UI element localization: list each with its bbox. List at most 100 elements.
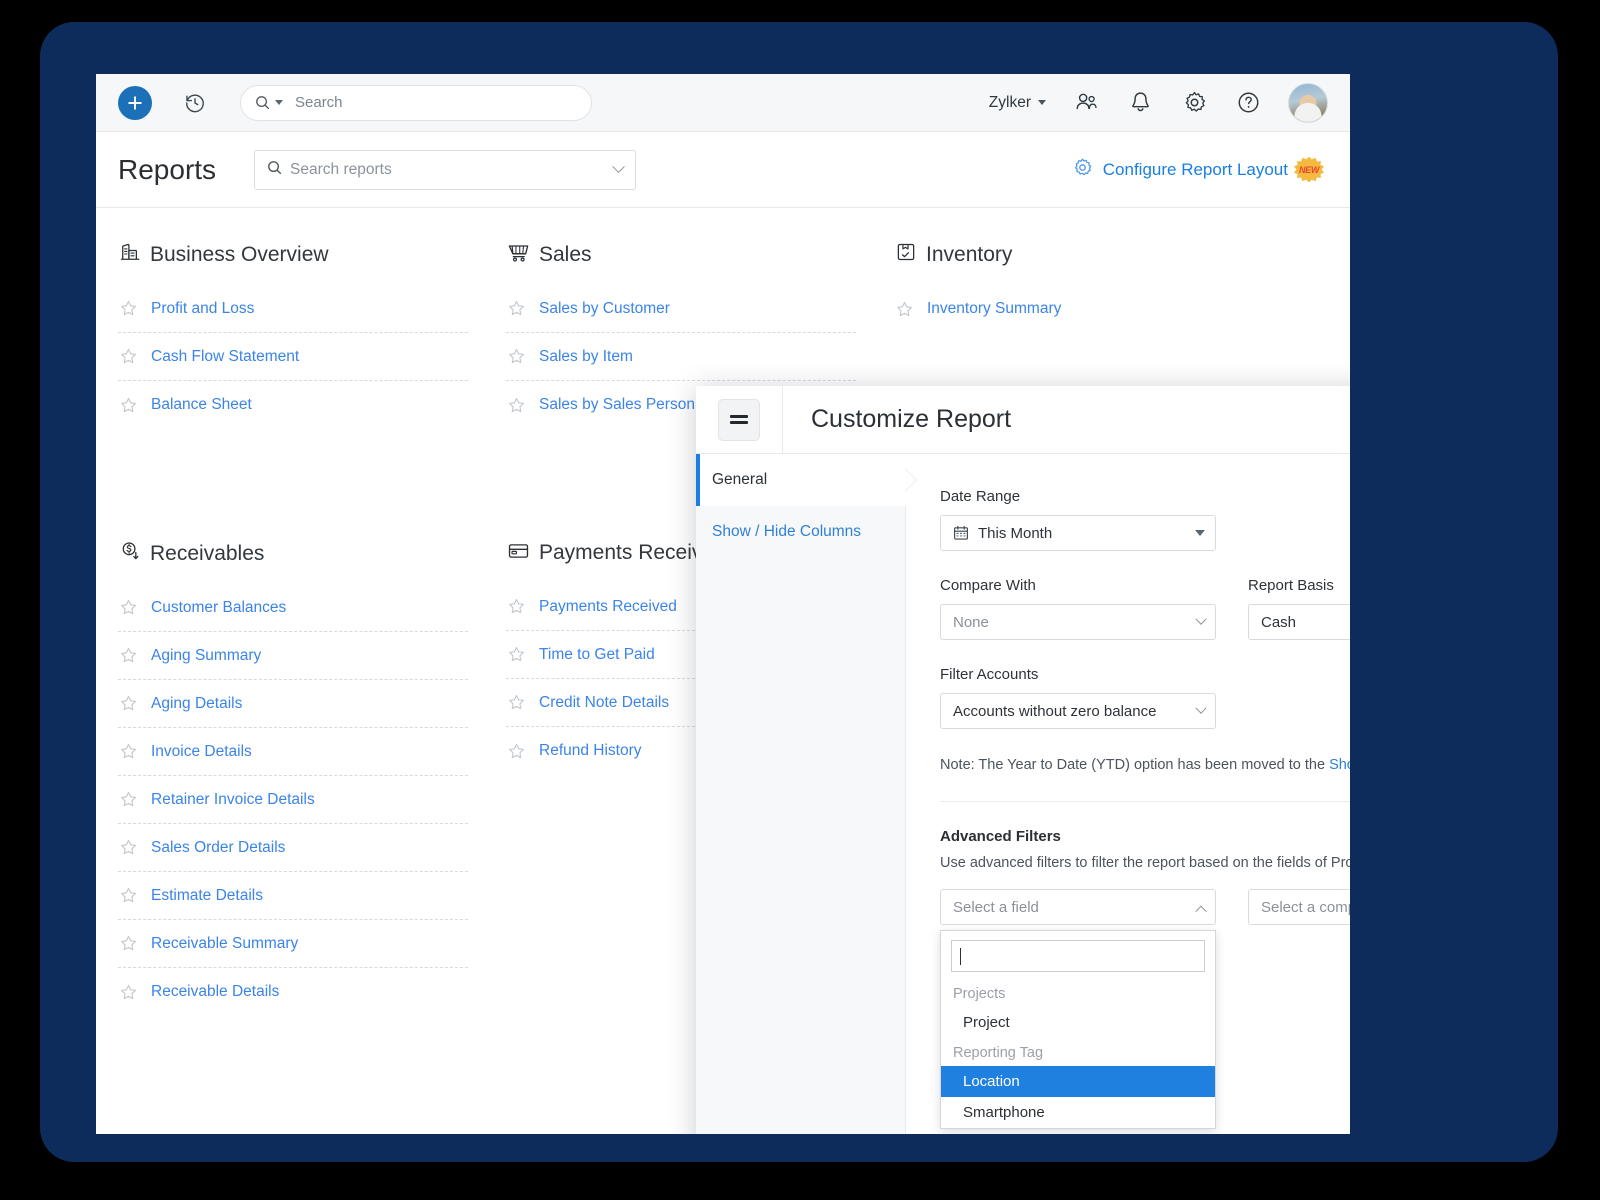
favorite-star-icon[interactable]: [120, 599, 137, 616]
favorite-star-icon[interactable]: [508, 300, 525, 317]
dropdown-search-input[interactable]: [951, 940, 1205, 972]
report-link[interactable]: Receivable Details: [151, 983, 279, 1001]
report-row[interactable]: Receivable Summary: [118, 920, 468, 968]
report-link[interactable]: Profit and Loss: [151, 300, 254, 318]
report-link[interactable]: Sales by Sales Person: [539, 396, 695, 414]
ytd-note-prefix: Note: The Year to Date (YTD) option has …: [940, 757, 1329, 773]
favorite-star-icon[interactable]: [120, 647, 137, 664]
report-link[interactable]: Customer Balances: [151, 599, 286, 617]
favorite-star-icon[interactable]: [508, 646, 525, 663]
favorite-star-icon[interactable]: [896, 301, 913, 318]
help-icon: [1236, 90, 1261, 115]
report-row[interactable]: Aging Details: [118, 680, 468, 728]
filter-field-select[interactable]: Select a field: [940, 889, 1216, 925]
chevron-down-icon: [1195, 614, 1206, 625]
report-link[interactable]: Retainer Invoice Details: [151, 791, 315, 809]
report-link[interactable]: Payments Received: [539, 598, 677, 616]
report-link[interactable]: Invoice Details: [151, 743, 252, 761]
report-row[interactable]: Aging Summary: [118, 632, 468, 680]
dialog-menu-button[interactable]: [718, 399, 760, 441]
report-link[interactable]: Refund History: [539, 742, 642, 760]
page-title: Reports: [118, 154, 216, 186]
report-link[interactable]: Credit Note Details: [539, 694, 669, 712]
section-header: Inventory: [894, 242, 1244, 267]
contacts-button[interactable]: [1072, 89, 1100, 117]
tab-show-hide-columns[interactable]: Show / Hide Columns: [696, 506, 905, 558]
help-button[interactable]: [1234, 89, 1262, 117]
avatar[interactable]: [1288, 83, 1328, 123]
report-row[interactable]: Receivable Details: [118, 968, 468, 1016]
report-search-input[interactable]: Search reports: [254, 150, 636, 190]
field-group-date-range: Date Range This Month: [940, 488, 1350, 551]
global-search-input[interactable]: Search: [240, 85, 592, 121]
report-row[interactable]: Balance Sheet: [118, 381, 468, 429]
header-divider: [782, 386, 783, 454]
favorite-star-icon[interactable]: [120, 397, 137, 414]
favorite-star-icon[interactable]: [508, 743, 525, 760]
credit-card-icon: [508, 542, 529, 565]
report-link[interactable]: Aging Summary: [151, 647, 261, 665]
tab-pointer: [905, 469, 916, 491]
favorite-star-icon[interactable]: [120, 935, 137, 952]
search-scope-caret-icon[interactable]: [275, 100, 283, 105]
show-hide-column-link[interactable]: Show/Hide Column: [1329, 757, 1350, 773]
compare-with-select[interactable]: None: [940, 604, 1216, 640]
favorite-star-icon[interactable]: [508, 694, 525, 711]
filter-comparator-select[interactable]: Select a compar...: [1248, 889, 1350, 925]
report-link[interactable]: Sales by Item: [539, 348, 633, 366]
report-link[interactable]: Balance Sheet: [151, 396, 252, 414]
favorite-star-icon[interactable]: [120, 348, 137, 365]
favorite-star-icon[interactable]: [120, 984, 137, 1001]
filter-accounts-select[interactable]: Accounts without zero balance: [940, 693, 1216, 729]
report-link[interactable]: Cash Flow Statement: [151, 348, 299, 366]
filter-accounts-label: Filter Accounts: [940, 666, 1350, 683]
report-link[interactable]: Receivable Summary: [151, 935, 298, 953]
tab-general[interactable]: General: [696, 454, 905, 506]
org-switcher[interactable]: Zylker: [989, 94, 1046, 112]
report-row[interactable]: Profit and Loss: [118, 285, 468, 333]
report-link[interactable]: Sales by Customer: [539, 300, 670, 318]
report-link[interactable]: Time to Get Paid: [539, 646, 655, 664]
configure-report-layout-button[interactable]: Configure Report Layout NEW: [1072, 157, 1324, 183]
filter-field-dropdown: Projects Project Reporting Tag Location …: [940, 930, 1216, 1129]
dropdown-option-project[interactable]: Project: [941, 1007, 1215, 1038]
favorite-star-icon[interactable]: [120, 791, 137, 808]
dropdown-search-wrap: [941, 931, 1215, 979]
date-range-select[interactable]: This Month: [940, 515, 1216, 551]
field-group-filter-accounts: Filter Accounts Accounts without zero ba…: [940, 666, 1350, 729]
report-search-placeholder: Search reports: [290, 161, 392, 179]
report-row[interactable]: Sales by Item: [506, 333, 856, 381]
report-row[interactable]: Customer Balances: [118, 584, 468, 632]
report-row[interactable]: Invoice Details: [118, 728, 468, 776]
search-icon: [267, 160, 282, 180]
field-report-basis: Report Basis Cash: [1248, 577, 1350, 640]
favorite-star-icon[interactable]: [508, 598, 525, 615]
favorite-star-icon[interactable]: [120, 695, 137, 712]
favorite-star-icon[interactable]: [120, 300, 137, 317]
report-row[interactable]: Cash Flow Statement: [118, 333, 468, 381]
page-header: Reports Search reports: [96, 132, 1350, 208]
favorite-star-icon[interactable]: [120, 839, 137, 856]
report-row[interactable]: Estimate Details: [118, 872, 468, 920]
recent-history-button[interactable]: [180, 88, 210, 118]
dropdown-option-location[interactable]: Location: [941, 1066, 1215, 1097]
report-row[interactable]: Inventory Summary: [894, 285, 1244, 333]
add-new-button[interactable]: [118, 86, 152, 120]
chevron-down-icon[interactable]: [612, 160, 625, 173]
report-link[interactable]: Estimate Details: [151, 887, 263, 905]
report-row[interactable]: Sales Order Details: [118, 824, 468, 872]
section-title: Business Overview: [150, 243, 329, 267]
favorite-star-icon[interactable]: [508, 397, 525, 414]
report-link[interactable]: Inventory Summary: [927, 300, 1061, 318]
dropdown-option-smartphone[interactable]: Smartphone: [941, 1097, 1215, 1128]
report-link[interactable]: Sales Order Details: [151, 839, 285, 857]
report-link[interactable]: Aging Details: [151, 695, 242, 713]
report-row[interactable]: Retainer Invoice Details: [118, 776, 468, 824]
report-row[interactable]: Sales by Customer: [506, 285, 856, 333]
notifications-button[interactable]: [1126, 89, 1154, 117]
favorite-star-icon[interactable]: [120, 887, 137, 904]
settings-button[interactable]: [1180, 89, 1208, 117]
favorite-star-icon[interactable]: [508, 348, 525, 365]
report-basis-select[interactable]: Cash: [1248, 604, 1350, 640]
favorite-star-icon[interactable]: [120, 743, 137, 760]
